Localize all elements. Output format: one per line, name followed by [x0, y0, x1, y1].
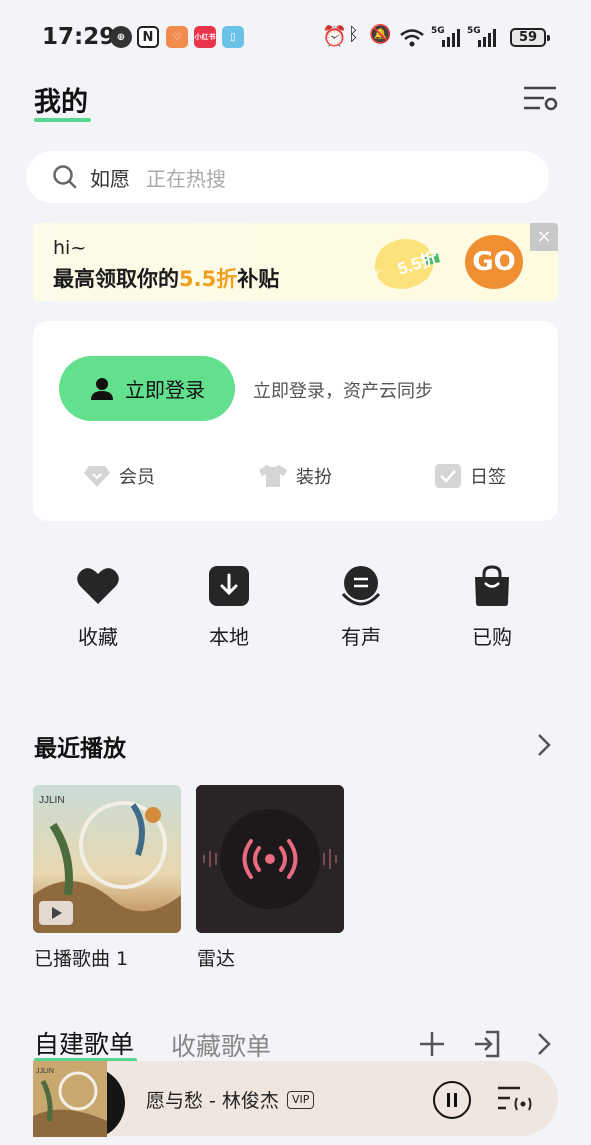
go-button[interactable]: GO — [465, 235, 523, 289]
local-action[interactable]: 本地 — [179, 565, 279, 650]
nfc-icon: N — [137, 26, 159, 48]
page-title: 我的 — [34, 87, 88, 118]
play-video-icon — [39, 901, 73, 925]
alarm-icon: ⏰ — [322, 24, 347, 48]
login-button[interactable]: 立即登录 — [59, 356, 235, 421]
recent-more-chevron-icon[interactable] — [536, 733, 552, 757]
download-icon — [209, 566, 249, 606]
audiobook-label: 有声 — [341, 625, 381, 649]
purchased-action[interactable]: 已购 — [442, 565, 542, 650]
status-time: 17:29 — [42, 24, 116, 50]
search-bar[interactable]: 如愿 正在热搜 — [26, 151, 549, 203]
settings-menu-icon[interactable] — [522, 84, 558, 114]
audiobook-icon — [341, 566, 381, 606]
favorites-action[interactable]: 收藏 — [48, 565, 148, 650]
purchased-label: 已购 — [472, 625, 512, 649]
signal-icon — [442, 29, 460, 47]
dress-up-entry[interactable]: 装扮 — [258, 463, 332, 489]
shopping-bag-icon — [475, 565, 509, 606]
search-icon — [53, 165, 77, 189]
now-playing-cover-text: JJLIN — [36, 1068, 54, 1075]
banner-greeting: hi~ — [53, 237, 87, 259]
search-hint: 正在热搜 — [146, 166, 226, 191]
battery-indicator: 59 — [510, 28, 550, 47]
vpn-icon: ⊕ — [110, 26, 132, 48]
app-notification-icon: ♡ — [166, 26, 188, 48]
local-label: 本地 — [209, 625, 249, 649]
tab-collected-playlists[interactable]: 收藏歌单 — [171, 1027, 271, 1063]
dress-up-label: 装扮 — [296, 467, 332, 488]
tshirt-icon — [259, 465, 287, 487]
recent-label-radar: 雷达 — [197, 948, 236, 970]
user-icon — [91, 377, 113, 400]
radar-art — [196, 785, 344, 933]
now-playing-title: 愿与愁 - 林俊杰 — [146, 1090, 279, 1112]
add-playlist-icon[interactable] — [418, 1030, 446, 1058]
heart-icon — [77, 568, 119, 604]
xiaohongshu-icon-label: 小红书 — [194, 33, 216, 41]
book-icon: ▯ — [222, 26, 244, 48]
album-art-text: JJLIN — [39, 795, 65, 806]
recent-label-played-songs: 已播歌曲 1 — [34, 948, 129, 970]
banner-close-button[interactable]: × — [530, 223, 558, 251]
banner-highlight: 5.5折 — [179, 267, 238, 291]
member-label: 会员 — [119, 467, 155, 488]
signal-icon-2 — [478, 29, 496, 47]
search-query: 如愿 — [90, 166, 130, 191]
login-button-label: 立即登录 — [125, 378, 205, 402]
recent-cover-played-songs[interactable]: JJLIN — [33, 785, 181, 933]
now-playing-cover[interactable]: JJLIN — [33, 1061, 125, 1137]
xiaohongshu-icon: 小红书 — [194, 26, 216, 48]
playlist-queue-icon[interactable] — [496, 1084, 536, 1116]
bluetooth-icon: ᛒ — [348, 24, 359, 45]
login-tip: 立即登录，资产云同步 — [253, 381, 433, 402]
recent-cover-radar[interactable] — [196, 785, 344, 933]
coupon-illustration: 5.5折 VIP — [367, 238, 441, 289]
status-bar: 17:29 ⊕ N ♡ 小红书 ▯ ⏰ ᛒ 🔕 5G 5G 59 — [0, 0, 591, 76]
audiobook-action[interactable]: 有声 — [311, 565, 411, 650]
mute-icon: 🔕 — [369, 24, 392, 45]
member-entry[interactable]: 会员 — [83, 463, 155, 489]
promo-banner[interactable]: hi~ 最高领取你的5.5折补贴 5.5折 VIP GO × — [33, 223, 558, 301]
pause-button[interactable] — [433, 1081, 471, 1119]
wifi-icon — [400, 29, 424, 47]
banner-text-suffix: 补贴 — [237, 267, 280, 291]
daily-sign-label: 日签 — [470, 467, 506, 488]
diamond-icon — [84, 466, 110, 487]
playlists-more-chevron-icon[interactable] — [536, 1032, 552, 1056]
title-underline — [34, 118, 91, 122]
account-card: 立即登录 立即登录，资产云同步 会员 装扮 日签 — [33, 321, 558, 521]
banner-text-prefix: 最高领取你的 — [53, 267, 179, 291]
import-playlist-icon[interactable] — [472, 1029, 502, 1059]
recent-section-title: 最近播放 — [34, 736, 126, 762]
banner-text: 最高领取你的5.5折补贴 — [53, 263, 279, 293]
now-playing-info[interactable]: 愿与愁 - 林俊杰 VIP — [146, 1086, 315, 1113]
check-square-icon — [435, 464, 461, 488]
vip-badge: VIP — [286, 1090, 315, 1109]
tab-created-playlists[interactable]: 自建歌单 — [34, 1025, 134, 1061]
favorites-label: 收藏 — [78, 625, 118, 649]
daily-sign-entry[interactable]: 日签 — [434, 463, 506, 489]
